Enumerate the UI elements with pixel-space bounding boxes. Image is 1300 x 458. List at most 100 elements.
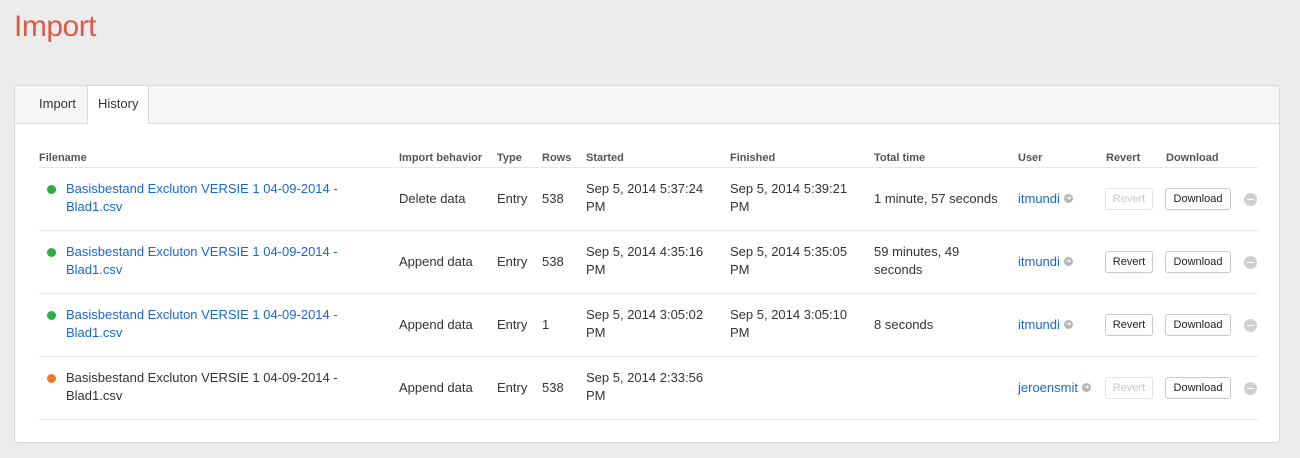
filename-line2: Blad1.csv [66,388,123,403]
import-behavior: Append data [399,316,473,332]
user-link[interactable]: itmundi ➜ [1018,253,1073,271]
revert-button[interactable]: Revert [1105,187,1153,210]
header-total-time: Total time [874,152,926,164]
download-button[interactable]: Download [1165,250,1231,273]
remove-circle-icon[interactable] [1244,318,1257,332]
status-dot-icon [47,311,56,320]
filename-line1: Basisbestand Excluton VERSIE 1 04-09-201… [66,370,338,385]
arrow-right-circle-icon: ➜ [1081,383,1091,392]
remove-circle-icon[interactable] [1244,255,1257,269]
total-line1: 1 minute, 57 seconds [874,190,998,206]
filename-link[interactable]: Basisbestand Excluton VERSIE 1 04-09-201… [66,243,338,279]
row-divider [39,356,1258,357]
finished-line2: PM [730,262,750,277]
user-link[interactable]: jeroensmit ➜ [1018,379,1091,397]
finished-value: Sep 5, 2014 5:39:21 PM [730,180,847,216]
user-name: itmundi [1018,316,1060,332]
row-divider [39,293,1258,294]
started-line1: Sep 5, 2014 4:35:16 [586,244,704,259]
arrow-right-circle-icon: ➜ [1063,320,1073,329]
tab-import[interactable]: Import [29,86,86,122]
total-line1: 59 minutes, 49 [874,244,960,259]
started-value: Sep 5, 2014 5:37:24 PM [586,180,703,216]
import-behavior: Append data [399,253,473,269]
page-title: Import [14,10,97,43]
user-name: itmundi [1018,253,1060,269]
finished-line1: Sep 5, 2014 5:39:21 [730,181,848,196]
header-import-behavior: Import behavior [399,152,483,164]
total-line2: seconds [874,262,923,277]
started-line2: PM [586,262,606,277]
filename-line1: Basisbestand Excluton VERSIE 1 04-09-201… [66,307,338,322]
started-line2: PM [586,199,606,214]
started-line1: Sep 5, 2014 5:37:24 [586,181,704,196]
header-started: Started [586,152,624,164]
rows-value: 1 [542,316,550,332]
filename-line2: Blad1.csv [66,325,123,340]
started-value: Sep 5, 2014 3:05:02 PM [586,306,703,342]
download-button[interactable]: Download [1165,376,1231,399]
revert-button[interactable]: Revert [1105,376,1153,399]
filename-link[interactable]: Basisbestand Excluton VERSIE 1 04-09-201… [66,306,338,342]
row-divider [39,230,1258,231]
rows-value: 538 [542,253,564,269]
type-value: Entry [497,190,528,206]
row-divider [39,167,1258,168]
arrow-right-circle-icon: ➜ [1063,257,1073,266]
type-value: Entry [497,379,528,395]
header-finished: Finished [730,152,776,164]
remove-circle-icon[interactable] [1244,192,1257,206]
download-button[interactable]: Download [1165,313,1231,336]
user-link[interactable]: itmundi ➜ [1018,190,1073,208]
header-filename: Filename [39,152,87,164]
status-dot-icon [47,248,56,257]
rows-value: 538 [542,379,564,395]
header-user: User [1018,152,1043,164]
finished-value: Sep 5, 2014 3:05:10 PM [730,306,847,342]
revert-button[interactable]: Revert [1105,250,1153,273]
filename-line2: Blad1.csv [66,199,123,214]
total-time-value: 1 minute, 57 seconds [874,190,998,208]
header-rows: Rows [542,152,572,164]
started-line1: Sep 5, 2014 2:33:56 [586,370,704,385]
started-value: Sep 5, 2014 2:33:56 PM [586,369,703,405]
total-line1: 8 seconds [874,316,934,332]
user-name: jeroensmit [1018,379,1078,395]
header-revert: Revert [1106,152,1141,164]
status-dot-icon [47,374,56,383]
arrow-right-circle-icon: ➜ [1063,194,1073,203]
rows-value: 538 [542,190,564,206]
total-time-value: 8 seconds [874,316,933,334]
header-download: Download [1166,152,1219,164]
finished-line1: Sep 5, 2014 3:05:10 [730,307,848,322]
download-button[interactable]: Download [1165,187,1231,210]
type-value: Entry [497,253,528,269]
row-divider [39,419,1258,420]
finished-line2: PM [730,199,750,214]
total-time-value: 59 minutes, 49 seconds [874,243,959,279]
finished-line2: PM [730,325,750,340]
user-link[interactable]: itmundi ➜ [1018,316,1073,334]
import-behavior: Delete data [399,190,466,206]
header-type: Type [497,152,522,164]
revert-button[interactable]: Revert [1105,313,1153,336]
started-line1: Sep 5, 2014 3:05:02 [586,307,704,322]
filename-line1: Basisbestand Excluton VERSIE 1 04-09-201… [66,181,338,196]
started-line2: PM [586,325,606,340]
import-behavior: Append data [399,379,473,395]
user-name: itmundi [1018,190,1060,206]
finished-line1: Sep 5, 2014 5:35:05 [730,244,848,259]
filename-link[interactable]: Basisbestand Excluton VERSIE 1 04-09-201… [66,180,338,216]
tab-bar: Import History [15,86,1279,124]
finished-value: Sep 5, 2014 5:35:05 PM [730,243,847,279]
status-dot-icon [47,185,56,194]
import-panel: Import History Filename Import behavior … [14,85,1280,443]
tab-history[interactable]: History [87,86,150,124]
filename-line1: Basisbestand Excluton VERSIE 1 04-09-201… [66,244,338,259]
type-value: Entry [497,316,528,332]
remove-circle-icon[interactable] [1244,381,1257,395]
started-line2: PM [586,388,606,403]
filename-link: Basisbestand Excluton VERSIE 1 04-09-201… [66,369,338,405]
filename-line2: Blad1.csv [66,262,123,277]
started-value: Sep 5, 2014 4:35:16 PM [586,243,703,279]
